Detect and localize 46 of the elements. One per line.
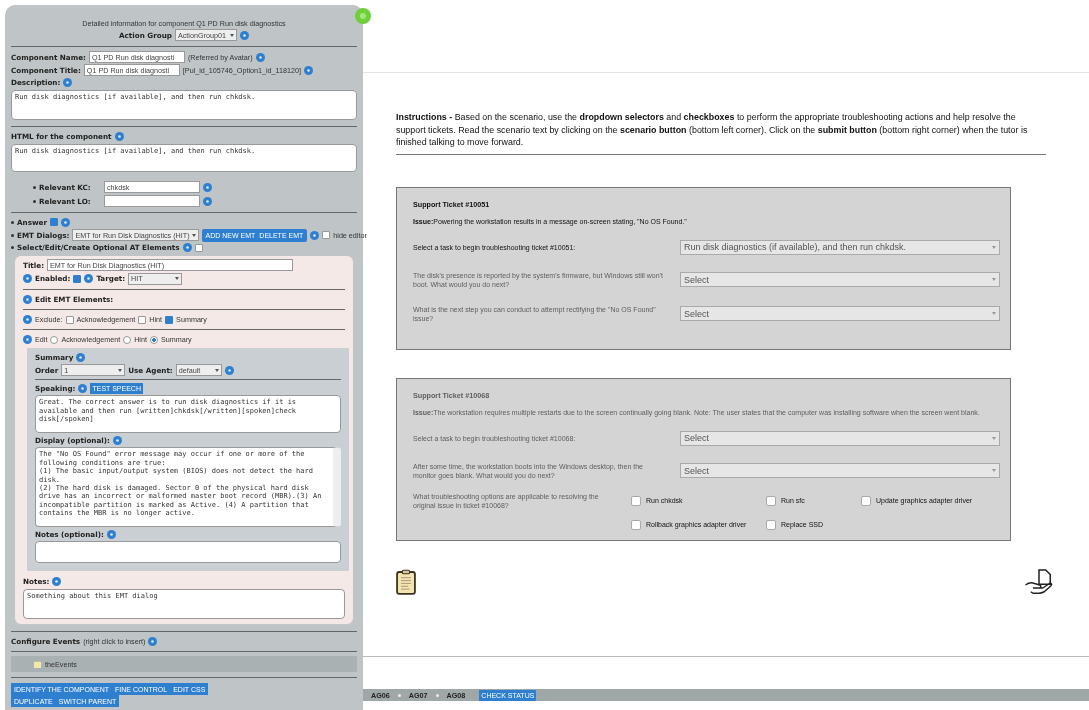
hand-document-icon[interactable] bbox=[1024, 567, 1054, 596]
help-icon[interactable] bbox=[112, 435, 122, 445]
help-icon[interactable] bbox=[63, 78, 73, 88]
radio-button[interactable] bbox=[123, 335, 132, 344]
bullet-icon bbox=[33, 185, 36, 189]
help-icon[interactable] bbox=[23, 315, 32, 325]
separator-dot-icon bbox=[435, 693, 439, 697]
bullet-icon bbox=[11, 246, 14, 250]
input-field[interactable] bbox=[104, 195, 200, 208]
help-icon[interactable] bbox=[203, 182, 212, 192]
help-icon[interactable] bbox=[239, 30, 249, 40]
help-icon[interactable] bbox=[148, 636, 158, 646]
bullet-icon bbox=[33, 199, 36, 203]
help-icon[interactable] bbox=[78, 384, 88, 394]
bullet-icon bbox=[11, 220, 14, 224]
help-icon[interactable] bbox=[310, 230, 320, 240]
help-icon[interactable] bbox=[224, 365, 234, 375]
help-icon[interactable] bbox=[61, 217, 71, 227]
radio-button[interactable] bbox=[50, 335, 59, 344]
help-icon[interactable] bbox=[23, 335, 32, 345]
instructions-text: Instructions - Based on the scenario, use the dropdown selectors and checkboxes to perform the appropriate troubleshooting actions and help resolve the support tickets. Read the scenario text by clicking on the scenario button (bottom left corner). Click on the submit button (bottom right corner) when the tutor is finished talking to move forward. bbox=[396, 111, 1029, 149]
checkbox[interactable] bbox=[322, 231, 331, 239]
checkbox[interactable] bbox=[73, 274, 82, 283]
bullet-icon bbox=[11, 233, 14, 237]
help-icon[interactable] bbox=[84, 274, 94, 284]
circle-button[interactable] bbox=[355, 8, 371, 24]
notes-field[interactable] bbox=[35, 541, 341, 564]
checkbox[interactable] bbox=[50, 218, 59, 227]
help-icon[interactable] bbox=[203, 196, 212, 206]
help-icon[interactable] bbox=[23, 274, 32, 284]
answer-select[interactable]: Run disk diagnostics (if available), and then run chkdsk. bbox=[680, 239, 1000, 255]
separator-dot-icon bbox=[397, 693, 401, 697]
help-icon[interactable] bbox=[304, 65, 314, 75]
folder-icon bbox=[33, 659, 42, 669]
help-icon[interactable] bbox=[114, 132, 124, 142]
checkbox[interactable] bbox=[65, 315, 74, 324]
help-icon[interactable] bbox=[182, 243, 192, 253]
radio-button[interactable] bbox=[149, 335, 158, 344]
help-icon[interactable] bbox=[52, 577, 62, 587]
help-icon[interactable] bbox=[106, 529, 116, 539]
help-icon[interactable] bbox=[76, 352, 86, 362]
checkbox[interactable] bbox=[165, 315, 174, 324]
help-icon[interactable] bbox=[23, 295, 32, 305]
help-icon[interactable] bbox=[255, 52, 265, 62]
checkbox[interactable] bbox=[138, 315, 147, 324]
checkbox[interactable] bbox=[194, 243, 203, 252]
